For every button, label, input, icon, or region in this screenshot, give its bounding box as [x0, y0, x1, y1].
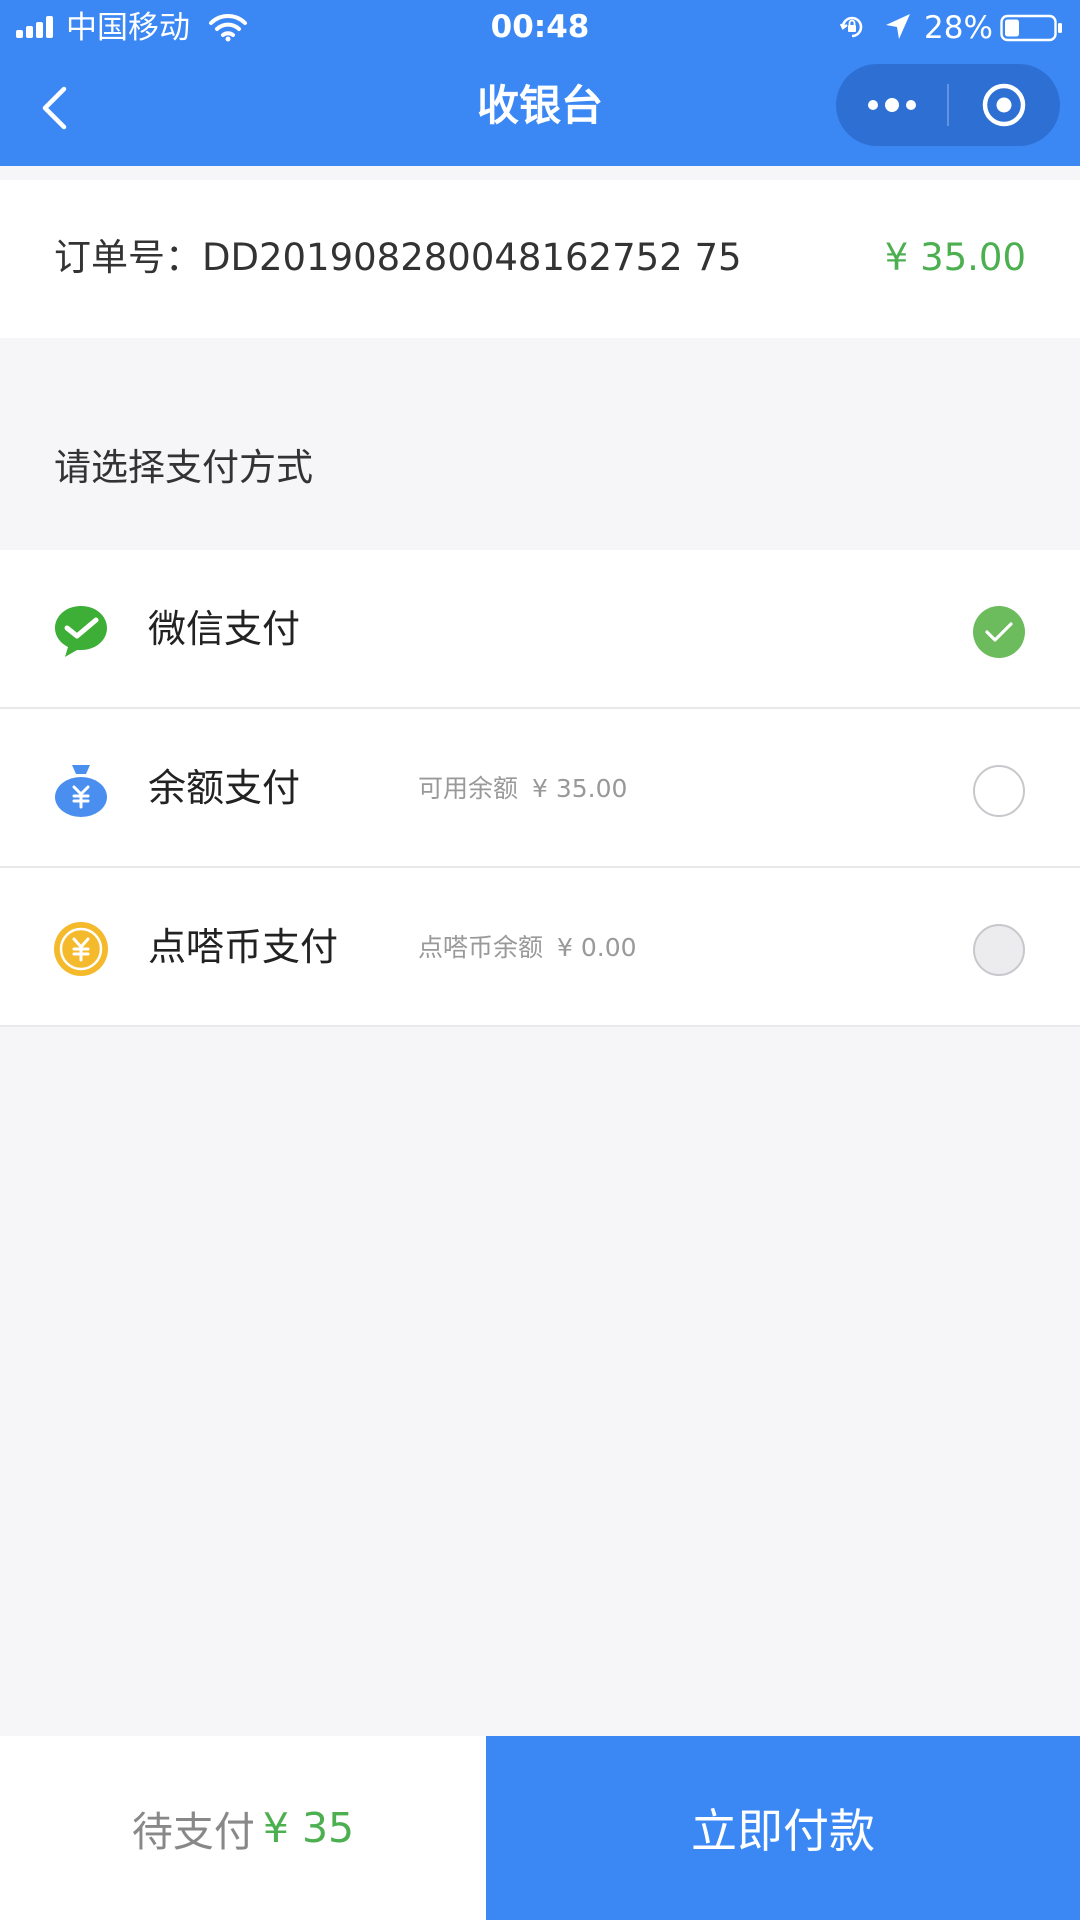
battery-percent: 28% — [924, 10, 993, 46]
checkmark-icon — [985, 622, 1013, 642]
payment-method-heading: 请选择支付方式 — [54, 446, 313, 489]
close-button[interactable] — [948, 64, 1060, 146]
target-close-icon — [982, 83, 1026, 127]
balance-label: 可用余额 — [418, 774, 519, 803]
available-balance: 可用余额 ¥ 35.00 — [418, 771, 627, 807]
balance-value: ¥ 35.00 — [532, 774, 628, 803]
top-bar: 中国移动 00:48 28% 收银台 — [0, 0, 1080, 166]
pending-payment: 待支付 ¥ 35 — [0, 1736, 486, 1920]
coin-balance-label: 点嗒币余额 — [418, 933, 544, 962]
payment-option-name: 微信支付 — [148, 607, 301, 651]
radio-checked[interactable] — [973, 606, 1025, 658]
coin-balance-value: ¥ 0.00 — [557, 933, 637, 962]
pending-amount: ¥ 35 — [262, 1804, 355, 1852]
battery-icon — [1000, 14, 1062, 42]
coin-icon — [54, 922, 108, 976]
more-button[interactable] — [836, 64, 948, 146]
payment-option-name: 点嗒币支付 — [148, 925, 339, 969]
order-info-row: 订单号：DD201908280048162752 75 ¥ 35.00 — [0, 180, 1080, 338]
pay-now-button[interactable]: 立即付款 — [486, 1736, 1080, 1920]
order-amount: ¥ 35.00 — [884, 236, 1026, 279]
payment-option-name: 余额支付 — [148, 766, 301, 810]
money-bag-icon — [55, 765, 107, 817]
order-number: 订单号：DD201908280048162752 75 — [54, 236, 742, 279]
navigation-bar: 收银台 — [0, 54, 1080, 166]
radio-disabled[interactable] — [973, 924, 1025, 976]
coin-balance: 点嗒币余额 ¥ 0.00 — [418, 930, 637, 966]
bottom-bar: 待支付 ¥ 35 立即付款 — [0, 1736, 1080, 1920]
payment-option-balance[interactable]: 余额支付 可用余额 ¥ 35.00 — [0, 709, 1080, 868]
wechat-pay-icon — [55, 606, 107, 657]
payment-option-wechat[interactable]: 微信支付 — [0, 550, 1080, 709]
status-bar: 中国移动 00:48 28% — [0, 0, 1080, 54]
radio-unchecked[interactable] — [973, 765, 1025, 817]
more-dots-icon — [868, 98, 916, 112]
rotation-lock-icon — [839, 16, 863, 38]
mini-program-capsule — [836, 64, 1060, 146]
payment-method-list: 微信支付 余额支付 可用余额 ¥ 35.00 点嗒币支付 点嗒币余额 ¥ 0.0… — [0, 550, 1080, 1027]
cashier-page: 中国移动 00:48 28% 收银台 订单号：DD201908280048162… — [0, 0, 1080, 1920]
status-time: 00:48 — [490, 9, 590, 45]
pending-label: 待支付 — [131, 1808, 255, 1856]
payment-option-coin[interactable]: 点嗒币支付 点嗒币余额 ¥ 0.00 — [0, 868, 1080, 1027]
location-arrow-icon — [886, 14, 910, 39]
